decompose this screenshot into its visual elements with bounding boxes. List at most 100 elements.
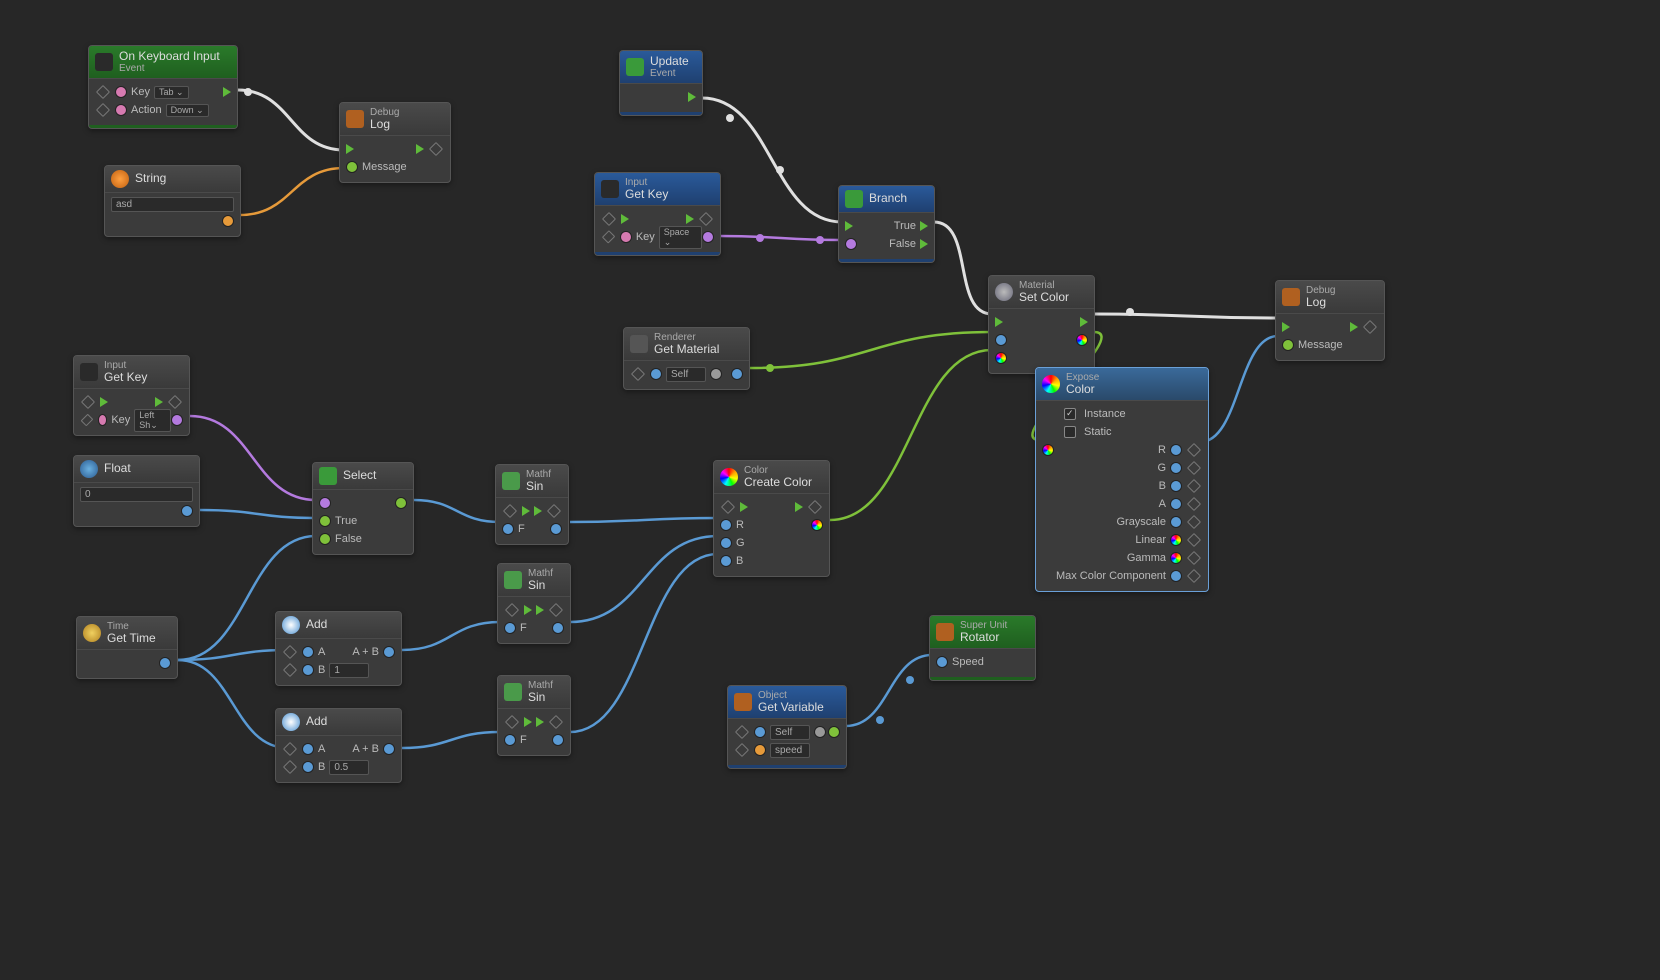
node-mathf-sin-1[interactable]: MathfSin F bbox=[495, 464, 569, 545]
port-aux[interactable] bbox=[710, 368, 722, 380]
port-b[interactable] bbox=[1170, 480, 1182, 492]
port-out-bool[interactable] bbox=[702, 231, 714, 243]
flow-in-socket[interactable] bbox=[721, 500, 735, 514]
node-add-2[interactable]: Add AA + B B0.5 bbox=[275, 708, 402, 783]
flow-out-socket[interactable] bbox=[549, 715, 563, 729]
flow-in-socket[interactable] bbox=[505, 603, 519, 617]
node-time-get-time[interactable]: TimeGet Time bbox=[76, 616, 178, 679]
port-g[interactable] bbox=[720, 537, 732, 549]
port-out[interactable] bbox=[159, 657, 171, 669]
node-object-get-variable[interactable]: ObjectGet Variable Self speed bbox=[727, 685, 847, 769]
checkbox-static[interactable] bbox=[1064, 426, 1076, 438]
flow-out-socket[interactable] bbox=[429, 142, 443, 156]
socket[interactable] bbox=[81, 414, 94, 427]
flow-out[interactable] bbox=[795, 502, 803, 512]
flow-out-socket[interactable] bbox=[549, 603, 563, 617]
var-name[interactable]: speed bbox=[770, 743, 810, 758]
flow-in[interactable] bbox=[602, 212, 616, 226]
value-key[interactable]: Space ⌄ bbox=[659, 226, 702, 249]
port-color-out[interactable] bbox=[1076, 334, 1088, 346]
socket-gam[interactable] bbox=[1187, 551, 1201, 565]
port-linear[interactable] bbox=[1170, 534, 1182, 546]
value-key[interactable]: Left Sh⌄ bbox=[134, 409, 171, 432]
value-action[interactable]: Down ⌄ bbox=[166, 104, 209, 117]
port-a[interactable] bbox=[302, 743, 314, 755]
flow-in-arrow[interactable] bbox=[621, 214, 629, 224]
port-color-out[interactable] bbox=[811, 519, 823, 531]
node-material-set-color[interactable]: MaterialSet Color bbox=[988, 275, 1095, 374]
port-action[interactable] bbox=[115, 104, 127, 116]
port-cond[interactable] bbox=[319, 497, 331, 509]
node-debug-log-1[interactable]: DebugLog Message bbox=[339, 102, 451, 183]
flow-in[interactable] bbox=[1282, 322, 1290, 332]
port-message[interactable] bbox=[1282, 339, 1294, 351]
flow-in[interactable] bbox=[524, 717, 532, 727]
port-b[interactable] bbox=[720, 555, 732, 567]
socket-b[interactable] bbox=[283, 760, 297, 774]
port-b[interactable] bbox=[302, 664, 314, 676]
port-out[interactable] bbox=[383, 646, 395, 658]
node-mathf-sin-3[interactable]: MathfSin F bbox=[497, 675, 571, 756]
flow-out-socket[interactable] bbox=[1363, 320, 1377, 334]
port-color-in[interactable] bbox=[995, 352, 1007, 364]
target-value[interactable]: Self bbox=[770, 725, 810, 740]
port-out[interactable] bbox=[550, 523, 562, 535]
flow-out[interactable] bbox=[536, 717, 544, 727]
port-target[interactable] bbox=[754, 726, 766, 738]
socket-g[interactable] bbox=[1187, 461, 1201, 475]
socket-a[interactable] bbox=[283, 645, 297, 659]
port-key[interactable] bbox=[115, 86, 127, 98]
socket-gs[interactable] bbox=[1187, 515, 1201, 529]
port-cond[interactable] bbox=[845, 238, 857, 250]
flow-out[interactable] bbox=[1080, 317, 1088, 327]
flow-out[interactable] bbox=[416, 144, 424, 154]
port-key[interactable] bbox=[98, 414, 107, 426]
target-value[interactable]: Self bbox=[666, 367, 706, 382]
flow-out-true[interactable] bbox=[920, 221, 928, 231]
node-input-getkey-shift[interactable]: InputGet Key KeyLeft Sh⌄ bbox=[73, 355, 190, 436]
port-speed[interactable] bbox=[936, 656, 948, 668]
node-create-color[interactable]: ColorCreate Color R G B bbox=[713, 460, 830, 577]
float-value[interactable]: 0 bbox=[80, 487, 193, 502]
node-branch[interactable]: Branch True False bbox=[838, 185, 935, 263]
port-name[interactable] bbox=[754, 744, 766, 756]
port-r[interactable] bbox=[1170, 444, 1182, 456]
flow-out[interactable] bbox=[223, 87, 231, 97]
flow-out-socket[interactable] bbox=[547, 504, 561, 518]
node-super-unit-rotator[interactable]: Super UnitRotator Speed bbox=[929, 615, 1036, 681]
flow-in-socket[interactable] bbox=[505, 715, 519, 729]
port-color-in[interactable] bbox=[1042, 444, 1054, 456]
port-out[interactable] bbox=[383, 743, 395, 755]
flow-out[interactable] bbox=[1350, 322, 1358, 332]
socket[interactable] bbox=[96, 103, 110, 117]
node-expose-color[interactable]: ExposeColor Instance Static R G B A Gray… bbox=[1035, 367, 1209, 592]
port-true[interactable] bbox=[319, 515, 331, 527]
port-g[interactable] bbox=[1170, 462, 1182, 474]
flow-in-arrow[interactable] bbox=[100, 397, 108, 407]
socket-mcc[interactable] bbox=[1187, 569, 1201, 583]
flow-out-socket[interactable] bbox=[699, 212, 713, 226]
flow-out[interactable] bbox=[534, 506, 542, 516]
port-out[interactable] bbox=[395, 497, 407, 509]
port-message[interactable] bbox=[346, 161, 358, 173]
port-grayscale[interactable] bbox=[1170, 516, 1182, 528]
port-out[interactable] bbox=[222, 215, 234, 227]
port-a[interactable] bbox=[302, 646, 314, 658]
port-out[interactable] bbox=[731, 368, 743, 380]
string-value[interactable]: asd bbox=[111, 197, 234, 212]
port-r[interactable] bbox=[720, 519, 732, 531]
node-add-1[interactable]: Add AA + B B1 bbox=[275, 611, 402, 686]
port-f-in[interactable] bbox=[504, 734, 516, 746]
flow-in[interactable] bbox=[740, 502, 748, 512]
port-aux[interactable] bbox=[814, 726, 826, 738]
flow-in-socket[interactable] bbox=[503, 504, 517, 518]
port-out[interactable] bbox=[181, 505, 193, 517]
port-f-in[interactable] bbox=[502, 523, 514, 535]
flow-in-socket[interactable] bbox=[81, 395, 95, 409]
flow-in[interactable] bbox=[845, 221, 853, 231]
value-b[interactable]: 0.5 bbox=[329, 760, 369, 775]
flow-out[interactable] bbox=[686, 214, 694, 224]
node-debug-log-2[interactable]: DebugLog Message bbox=[1275, 280, 1385, 361]
port-key[interactable] bbox=[620, 231, 631, 243]
flow-out[interactable] bbox=[155, 397, 163, 407]
